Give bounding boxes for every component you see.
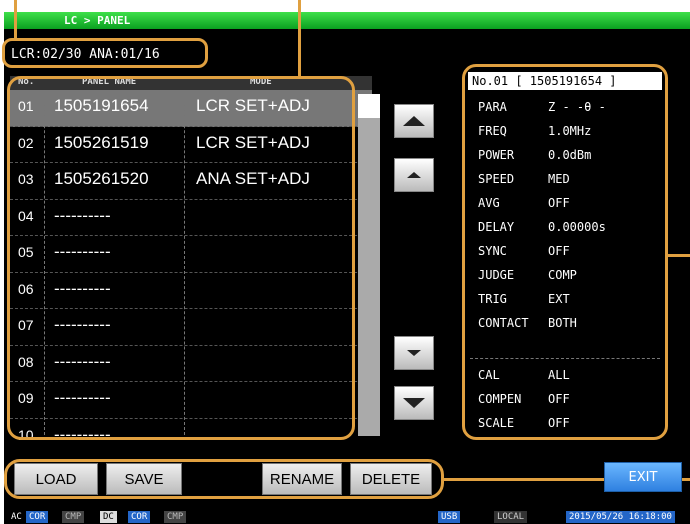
status-local: LOCAL bbox=[494, 511, 528, 523]
status-dc-cmp: CMP bbox=[164, 511, 187, 523]
status-dc: DC bbox=[100, 511, 117, 523]
scrollbar-thumb[interactable] bbox=[358, 94, 380, 118]
exit-button[interactable]: EXIT bbox=[604, 462, 682, 492]
breadcrumb: LC > PANEL bbox=[64, 14, 131, 27]
status-ac-cmp: CMP bbox=[62, 511, 85, 523]
table-highlight-frame bbox=[7, 76, 355, 440]
scrollbar-track[interactable] bbox=[358, 94, 380, 436]
line-down-button[interactable] bbox=[394, 336, 434, 370]
page-up-button[interactable] bbox=[394, 104, 434, 138]
panel-counter: LCR:02/30 ANA:01/16 bbox=[2, 38, 208, 68]
down-small-icon bbox=[407, 350, 421, 356]
up-small-icon bbox=[407, 172, 421, 178]
callout-line bbox=[14, 0, 17, 40]
status-bar: AC COR CMP DC COR CMP USB LOCAL 2015/05/… bbox=[4, 510, 690, 524]
button-bar-highlight-frame bbox=[4, 459, 444, 499]
down-icon bbox=[403, 398, 425, 408]
status-ac: AC bbox=[11, 512, 22, 522]
status-usb: USB bbox=[438, 511, 461, 523]
info-highlight-frame bbox=[462, 64, 668, 440]
page-down-button[interactable] bbox=[394, 386, 434, 420]
line-up-button[interactable] bbox=[394, 158, 434, 192]
status-ac-cor: COR bbox=[26, 511, 49, 523]
status-datetime: 2015/05/26 16:18:00 bbox=[566, 511, 675, 523]
callout-line bbox=[298, 0, 301, 78]
title-bar: LC > PANEL bbox=[4, 12, 690, 29]
status-dc-cor: COR bbox=[128, 511, 151, 523]
callout-line bbox=[668, 254, 690, 257]
up-icon bbox=[403, 116, 425, 126]
